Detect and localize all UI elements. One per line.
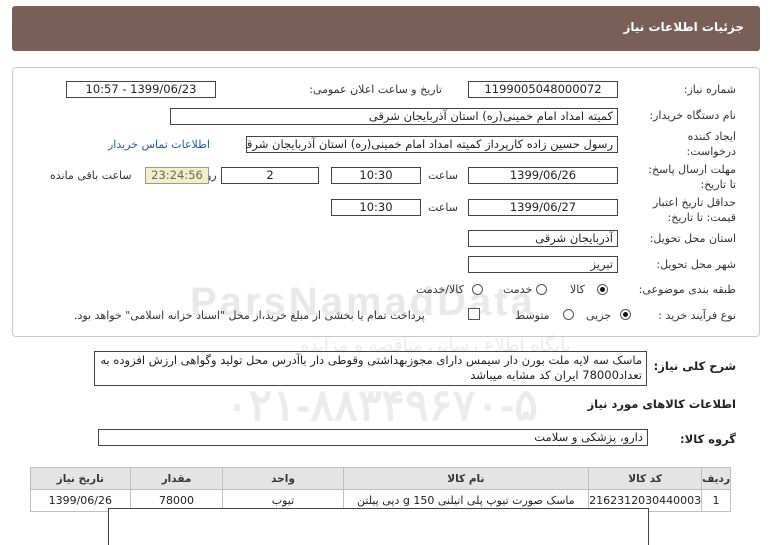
deadline-days-field: 2 — [221, 167, 319, 184]
goods-group-field: دارو، پزشکی و سلامت — [98, 429, 648, 446]
col-code: کد کالا — [588, 467, 703, 490]
col-unit: واحد — [222, 467, 344, 490]
table-header-row: ردیف کد کالا نام کالا واحد مقدار تاریخ ن… — [30, 467, 731, 490]
category-radio-service[interactable] — [536, 284, 547, 295]
goods-table: ردیف کد کالا نام کالا واحد مقدار تاریخ ن… — [30, 467, 731, 512]
validity-label-1: حداقل تاریخ اعتبار — [652, 196, 736, 209]
validity-time-field: 10:30 — [331, 199, 421, 216]
remaining-label: ساعت باقی مانده — [50, 169, 132, 182]
col-date: تاریخ نیاز — [30, 467, 131, 490]
process-label: نوع فرآیند خرید : — [658, 309, 736, 322]
province-label: استان محل تحویل: — [649, 232, 736, 245]
category-radio-goods[interactable] — [597, 284, 608, 295]
deadline-label-2: تا تاریخ: — [700, 178, 736, 191]
province-field: آذربایجان شرقی — [468, 230, 618, 247]
buyer-field: کمیته امداد امام خمینی(ره) استان آذربایج… — [170, 108, 618, 125]
creator-field: رسول حسین زاده کارپرداز کمیته امداد امام… — [246, 136, 618, 153]
need-number-field: 1199005048000072 — [468, 81, 618, 98]
validity-label-2: قیمت: تا تاریخ: — [667, 211, 736, 224]
process-radio-minor[interactable] — [620, 309, 631, 320]
deadline-date-field: 1399/06/26 — [468, 167, 618, 184]
need-number-label: شماره نیاز: — [683, 83, 736, 96]
deadline-time-label: ساعت — [428, 169, 458, 182]
category-option-goods: کالا — [570, 283, 585, 296]
goods-group-label: گروه کالا: — [680, 432, 736, 446]
notes-box — [108, 508, 649, 545]
announce-field: 1399/06/23 - 10:57 — [66, 81, 216, 98]
header-bar: جزئیات اطلاعات نیاز — [12, 6, 760, 51]
treasury-note: پرداخت تمام یا بخشی از مبلغ خرید،از محل … — [74, 309, 425, 322]
col-qty: مقدار — [129, 467, 224, 490]
goods-info-title: اطلاعات کالاهای مورد نیاز — [587, 397, 736, 411]
remaining-timer: 23:24:56 — [145, 167, 209, 184]
col-name: نام کالا — [342, 467, 590, 490]
process-option-medium: متوسط — [515, 309, 550, 322]
category-option-both: کالا/خدمت — [416, 283, 464, 296]
process-option-minor: جزیی — [586, 309, 612, 322]
city-label: شهر محل تحویل: — [656, 258, 736, 271]
cell-row: 1 — [701, 489, 731, 512]
category-radio-both[interactable] — [472, 284, 483, 295]
deadline-time-field: 10:30 — [331, 167, 421, 184]
category-label: طبقه بندی موضوعی: — [638, 283, 736, 296]
city-field: تبریز — [468, 256, 618, 273]
category-option-service: خدمت — [503, 283, 533, 296]
treasury-checkbox[interactable] — [468, 308, 480, 320]
page-title: جزئیات اطلاعات نیاز — [623, 20, 744, 34]
deadline-label-1: مهلت ارسال پاسخ: — [648, 163, 736, 176]
buyer-contact-link[interactable]: اطلاعات تماس خریدار — [108, 138, 210, 151]
watermark-phone: ۰۲۱-۸۸۳۴۹۶۷۰-۵ — [225, 381, 538, 430]
announce-label: تاریخ و ساعت اعلان عمومی: — [309, 83, 442, 96]
description-label: شرح کلی نیاز: — [653, 359, 736, 373]
col-row: ردیف — [701, 467, 731, 490]
creator-label-2: درخواست: — [686, 145, 736, 158]
validity-time-label: ساعت — [428, 201, 458, 214]
validity-date-field: 1399/06/27 — [468, 199, 618, 216]
process-radio-medium[interactable] — [563, 309, 574, 320]
buyer-label: نام دستگاه خریدار: — [649, 109, 736, 122]
creator-label-1: ایجاد کننده — [687, 130, 736, 143]
description-field: ماسک سه لایه ملت بورن دار سیمس دارای مجو… — [94, 351, 647, 386]
